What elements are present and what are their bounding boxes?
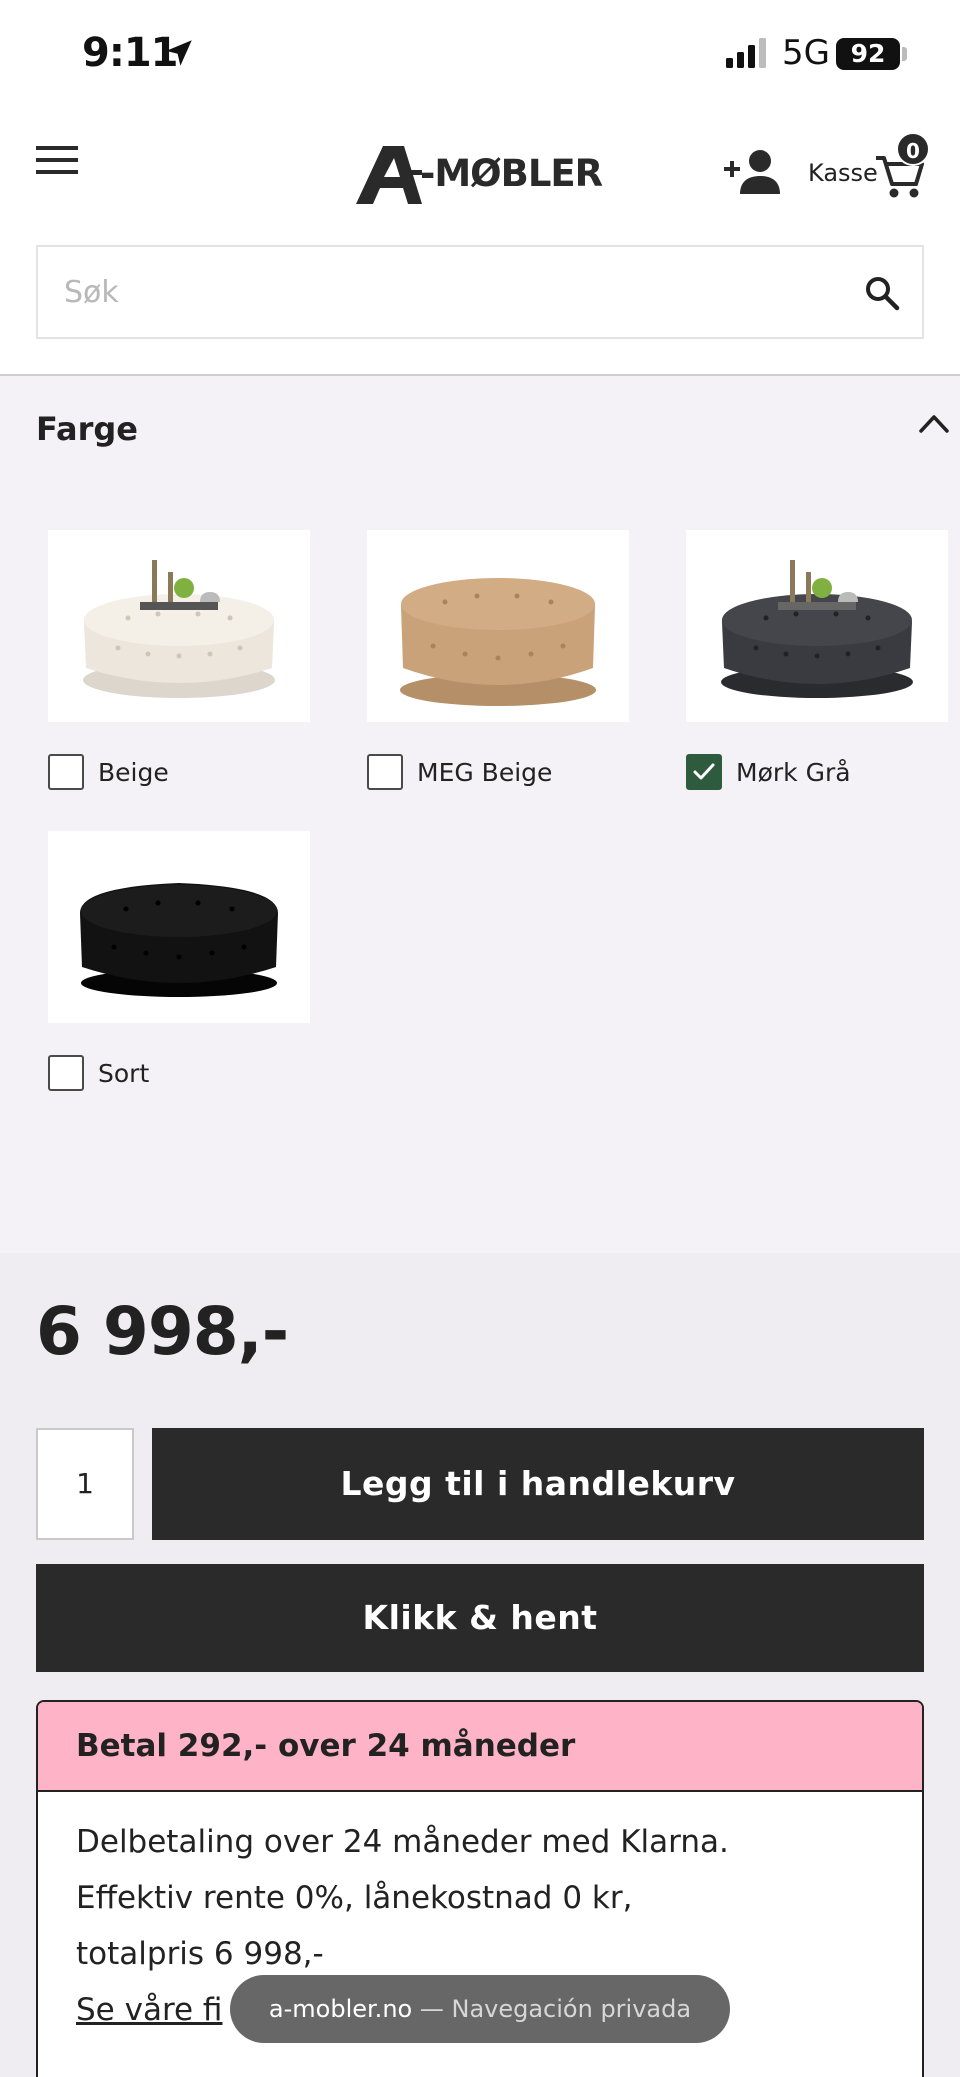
purchase-section: 6 998,- 1 Legg til i handlekurv Klikk & …	[0, 1253, 960, 2077]
color-option-meg-beige[interactable]: MEG Beige	[367, 530, 629, 790]
beige-checkbox[interactable]	[48, 754, 84, 790]
search-icon[interactable]	[864, 275, 900, 311]
product-image-beige[interactable]	[48, 530, 310, 722]
color-option-label[interactable]: Beige	[98, 758, 169, 787]
logo-wordmark: -MØBLER	[420, 152, 603, 195]
checkout-label[interactable]: Kasse	[808, 159, 878, 187]
chevron-up-icon[interactable]	[918, 412, 950, 434]
klarna-header: Betal 292,- over 24 måneder	[38, 1702, 922, 1792]
product-price: 6 998,-	[36, 1293, 289, 1370]
product-image-sort[interactable]	[48, 831, 310, 1023]
klarna-title: Betal 292,- over 24 måneder	[76, 1728, 576, 1764]
ottoman-illustration	[721, 560, 913, 698]
color-filter-section: Farge Beige MEG Beige Mørk Grå Sort	[0, 376, 960, 1253]
battery-cap	[902, 47, 907, 61]
color-option-label[interactable]: Mørk Grå	[736, 758, 851, 787]
cart-count-badge: 0	[896, 132, 930, 166]
mork-gra-checkbox[interactable]	[686, 754, 722, 790]
browser-mode: — Navegación privada	[419, 1995, 692, 2023]
ottoman-illustration	[83, 560, 275, 698]
filter-title[interactable]: Farge	[36, 410, 138, 448]
click-and-collect-button[interactable]: Klikk & hent	[36, 1564, 924, 1672]
klarna-line: Delbetaling over 24 måneder med Klarna.	[76, 1824, 729, 1860]
site-header: -MØBLER Kasse 0	[0, 110, 960, 245]
checkmark-icon	[693, 763, 715, 780]
color-option-label[interactable]: Sort	[98, 1059, 149, 1088]
product-image-meg-beige[interactable]	[367, 530, 629, 722]
battery-indicator: 92	[836, 38, 900, 70]
search-input[interactable]	[38, 247, 848, 337]
color-option-beige[interactable]: Beige	[48, 530, 310, 790]
cellular-signal-icon	[726, 38, 766, 68]
browser-domain: a-mobler.no	[268, 1995, 413, 2023]
private-browsing-address-pill[interactable]: a-mobler.no — Navegación privada	[230, 1975, 730, 2043]
color-option-label[interactable]: MEG Beige	[417, 758, 552, 787]
sort-checkbox[interactable]	[48, 1055, 84, 1091]
hamburger-menu-icon[interactable]	[36, 144, 78, 176]
search-bar	[36, 245, 924, 339]
meg-beige-checkbox[interactable]	[367, 754, 403, 790]
quantity-input[interactable]: 1	[36, 1428, 134, 1540]
ottoman-illustration	[400, 578, 596, 706]
add-to-cart-button[interactable]: Legg til i handlekurv	[152, 1428, 924, 1540]
location-arrow-icon	[166, 40, 192, 66]
network-type: 5G	[782, 33, 830, 73]
financing-options-link[interactable]: Se våre fi	[76, 1992, 222, 2028]
add-user-icon[interactable]	[724, 148, 780, 196]
color-option-mork-gra[interactable]: Mørk Grå	[686, 530, 948, 790]
product-image-mork-gra[interactable]	[686, 530, 948, 722]
ottoman-illustration	[80, 883, 278, 997]
klarna-line: totalpris 6 998,-	[76, 1936, 324, 1972]
color-option-sort[interactable]: Sort	[48, 831, 310, 1091]
status-bar: 9:11 5G 92	[0, 0, 960, 110]
klarna-line: Effektiv rente 0%, lånekostnad 0 kr,	[76, 1880, 633, 1916]
